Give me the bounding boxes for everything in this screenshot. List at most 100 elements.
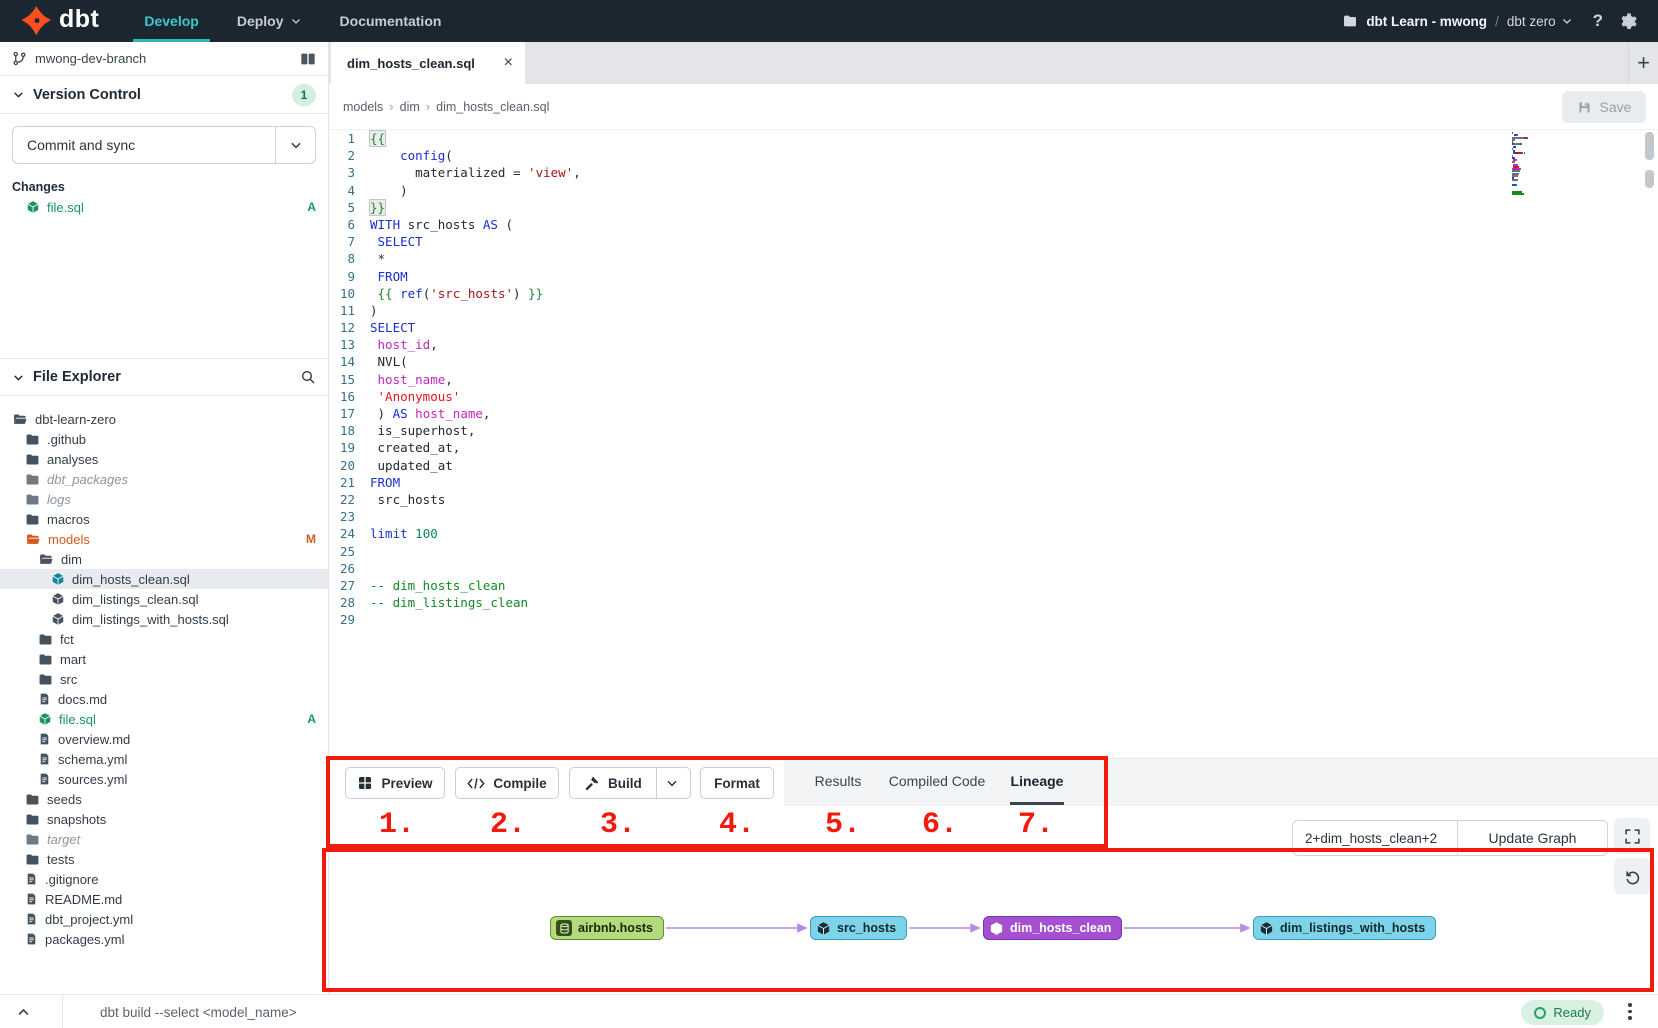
split-view-icon[interactable]	[300, 52, 316, 66]
format-button[interactable]: Format	[700, 767, 774, 799]
tree-item-packages.yml[interactable]: packages.yml	[0, 929, 328, 949]
dag-node-src_hosts[interactable]: src_hosts	[810, 916, 907, 940]
editor-scrollbar-lower[interactable]	[1645, 170, 1654, 188]
environment-selector[interactable]: dbt zero	[1507, 14, 1573, 29]
tab-dim-hosts-clean[interactable]: dim_hosts_clean.sql ×	[331, 42, 525, 84]
code-line-6[interactable]: 6WITH src_hosts AS (	[329, 216, 1658, 233]
tree-item-sources.yml[interactable]: sources.yml	[0, 769, 328, 789]
code-line-24[interactable]: 24limit 100	[329, 525, 1658, 542]
commit-and-sync-button[interactable]: Commit and sync	[12, 126, 316, 164]
tree-item-dim_hosts_clean.sql[interactable]: dim_hosts_clean.sql	[0, 569, 328, 589]
code-line-13[interactable]: 13 host_id,	[329, 336, 1658, 353]
dag-node-dim_hosts_clean[interactable]: dim_hosts_clean	[983, 916, 1122, 940]
tree-item-seeds[interactable]: seeds	[0, 789, 328, 809]
file-explorer-header[interactable]: File Explorer	[0, 358, 328, 396]
tree-item-tests[interactable]: tests	[0, 849, 328, 869]
tree-item-dim_listings_with_hosts.sql[interactable]: dim_listings_with_hosts.sql	[0, 609, 328, 629]
code-line-21[interactable]: 21FROM	[329, 474, 1658, 491]
save-button[interactable]: Save	[1562, 91, 1646, 123]
git-branch-row[interactable]: mwong-dev-branch	[0, 42, 328, 76]
tree-item-fct[interactable]: fct	[0, 629, 328, 649]
tree-item-dbt-learn-zero[interactable]: dbt-learn-zero	[0, 409, 328, 429]
tree-item-analyses[interactable]: analyses	[0, 449, 328, 469]
dag-node-dim_listings_with_hosts[interactable]: dim_listings_with_hosts	[1253, 916, 1436, 940]
fullscreen-button[interactable]	[1614, 818, 1650, 854]
breadcrumb-item[interactable]: dim	[400, 100, 420, 114]
code-line-4[interactable]: 4 )	[329, 182, 1658, 199]
code-line-15[interactable]: 15 host_name,	[329, 371, 1658, 388]
nav-item-develop[interactable]: Develop	[125, 0, 217, 42]
code-line-28[interactable]: 28-- dim_listings_clean	[329, 594, 1658, 611]
code-line-23[interactable]: 23	[329, 508, 1658, 525]
code-line-2[interactable]: 2 config(	[329, 147, 1658, 164]
code-line-14[interactable]: 14 NVL(	[329, 353, 1658, 370]
tree-item-snapshots[interactable]: snapshots	[0, 809, 328, 829]
code-line-9[interactable]: 9 FROM	[329, 268, 1658, 285]
code-line-8[interactable]: 8 *	[329, 250, 1658, 267]
code-line-18[interactable]: 18 is_superhost,	[329, 422, 1658, 439]
search-icon[interactable]	[300, 369, 316, 385]
nav-item-deploy[interactable]: Deploy	[218, 0, 321, 42]
tree-item-models[interactable]: modelsM	[0, 529, 328, 549]
code-line-7[interactable]: 7 SELECT	[329, 233, 1658, 250]
tree-item-macros[interactable]: macros	[0, 509, 328, 529]
tree-item-mart[interactable]: mart	[0, 649, 328, 669]
editor-scrollbar[interactable]	[1645, 132, 1654, 160]
tree-item-target[interactable]: target	[0, 829, 328, 849]
tree-item-dim_listings_clean.sql[interactable]: dim_listings_clean.sql	[0, 589, 328, 609]
gear-icon[interactable]	[1619, 12, 1638, 31]
commit-options-caret[interactable]	[275, 127, 315, 163]
tree-item-README.md[interactable]: README.md	[0, 889, 328, 909]
code-line-22[interactable]: 22 src_hosts	[329, 491, 1658, 508]
code-line-26[interactable]: 26	[329, 560, 1658, 577]
code-line-1[interactable]: 1{{	[329, 130, 1658, 147]
code-line-11[interactable]: 11)	[329, 302, 1658, 319]
tree-item-src[interactable]: src	[0, 669, 328, 689]
dag-node-airbnb-hosts[interactable]: airbnb.hosts	[550, 916, 664, 940]
code-line-29[interactable]: 29	[329, 611, 1658, 628]
build-button[interactable]: Build	[569, 767, 691, 799]
code-line-12[interactable]: 12SELECT	[329, 319, 1658, 336]
compile-button[interactable]: Compile	[455, 767, 559, 799]
breadcrumb-item[interactable]: models	[343, 100, 383, 114]
help-icon[interactable]: ?	[1593, 11, 1603, 31]
tree-item-dbt_packages[interactable]: dbt_packages	[0, 469, 328, 489]
code-line-20[interactable]: 20 updated_at	[329, 457, 1658, 474]
tree-item-.github[interactable]: .github	[0, 429, 328, 449]
lineage-selector-input[interactable]	[1292, 820, 1458, 856]
preview-button[interactable]: Preview	[345, 767, 445, 799]
tree-item-dim[interactable]: dim	[0, 549, 328, 569]
tree-item-dbt_project.yml[interactable]: dbt_project.yml	[0, 909, 328, 929]
minimap[interactable]	[1512, 132, 1546, 197]
panel-tab-results[interactable]: Results	[815, 759, 862, 803]
close-icon[interactable]: ×	[504, 54, 513, 72]
code-line-5[interactable]: 5}}	[329, 199, 1658, 216]
code-line-25[interactable]: 25	[329, 543, 1658, 560]
panel-tab-lineage[interactable]: Lineage	[1011, 759, 1064, 803]
tree-item-schema.yml[interactable]: schema.yml	[0, 749, 328, 769]
tree-item-file.sql[interactable]: file.sqlA	[0, 709, 328, 729]
tree-item-overview.md[interactable]: overview.md	[0, 729, 328, 749]
new-tab-button[interactable]: +	[1628, 42, 1658, 84]
code-line-27[interactable]: 27-- dim_hosts_clean	[329, 577, 1658, 594]
update-graph-button[interactable]: Update Graph	[1458, 820, 1608, 856]
tree-item-logs[interactable]: logs	[0, 489, 328, 509]
chevron-up-icon[interactable]	[10, 1000, 36, 1024]
panel-tab-compiled-code[interactable]: Compiled Code	[889, 759, 986, 803]
reset-view-button[interactable]	[1614, 858, 1650, 894]
tree-item-.gitignore[interactable]: .gitignore	[0, 869, 328, 889]
dbt-logo[interactable]: dbt	[0, 0, 125, 42]
kebab-menu-icon[interactable]	[1622, 1003, 1638, 1020]
command-input[interactable]: dbt build --select <model_name>	[100, 995, 297, 1028]
changed-file-row[interactable]: file.sql A	[0, 196, 328, 218]
code-editor[interactable]: 1{{2 config(3 materialized = 'view',4 )5…	[329, 130, 1658, 758]
code-line-3[interactable]: 3 materialized = 'view',	[329, 164, 1658, 181]
breadcrumb-item[interactable]: dim_hosts_clean.sql	[436, 100, 549, 114]
tree-item-docs.md[interactable]: docs.md	[0, 689, 328, 709]
code-line-17[interactable]: 17 ) AS host_name,	[329, 405, 1658, 422]
code-line-16[interactable]: 16 'Anonymous'	[329, 388, 1658, 405]
build-options-caret[interactable]	[656, 768, 688, 798]
code-line-19[interactable]: 19 created_at,	[329, 439, 1658, 456]
version-control-header[interactable]: Version Control 1	[0, 76, 328, 114]
code-line-10[interactable]: 10 {{ ref('src_hosts') }}	[329, 285, 1658, 302]
